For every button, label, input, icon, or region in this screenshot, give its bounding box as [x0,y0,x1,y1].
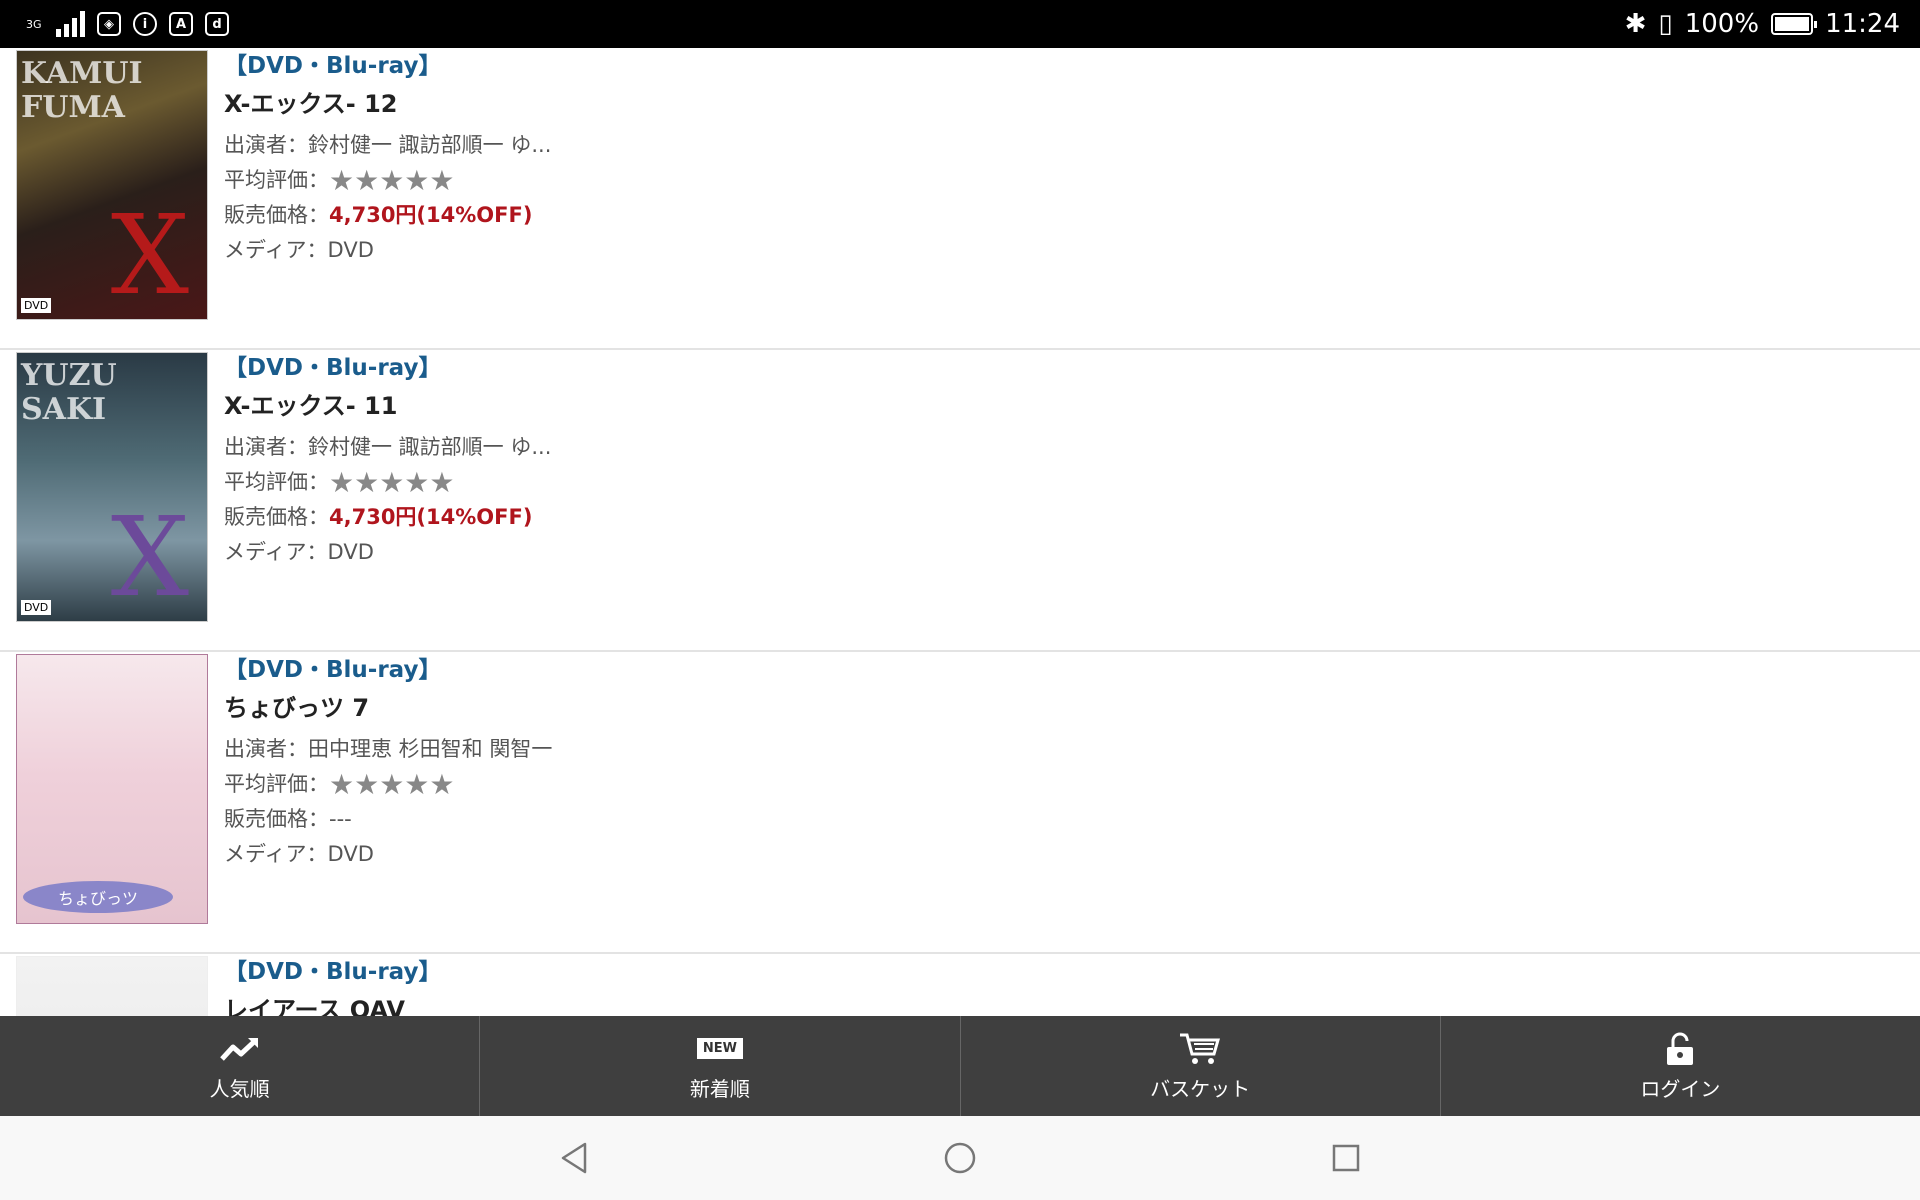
product-category: 【DVD・Blu-ray】 [224,959,442,985]
status-left: 3G ◈ i A d [26,11,229,37]
product-price: 4,730円(14%OFF) [329,505,533,529]
clock: 11:24 [1825,9,1900,39]
product-media: メディア：DVD [224,842,374,866]
dvd-logo-icon: DVD [21,600,52,615]
product-thumbnail[interactable]: YUZU SAKI X DVD [16,352,208,622]
product-price: --- [329,807,352,831]
product-cast: 出演者：鈴村健一 諏訪部順一 ゆ... [224,133,552,157]
list-item[interactable]: 【DVD・Blu-ray】 レイアース OAV [0,954,1920,1016]
product-media: メディア：DVD [224,540,374,564]
product-category: 【DVD・Blu-ray】 [224,355,442,381]
home-icon[interactable] [942,1140,978,1176]
tab-login[interactable]: ログイン [1441,1016,1920,1116]
rating-label: 平均評価： [224,470,329,494]
dvd-logo-icon: DVD [21,298,52,313]
product-info: 【DVD・Blu-ray】 レイアース OAV [224,954,441,1016]
product-info: 【DVD・Blu-ray】 ちょびっツ 7 出演者：田中理恵 杉田智和 関智一 … [224,652,552,872]
shield-icon: ◈ [97,12,121,36]
tab-popular[interactable]: 人気順 [0,1016,481,1116]
tab-label: ログイン [1640,1076,1721,1101]
cover-art-x: X [110,191,189,319]
price-label: 販売価格： [224,807,329,831]
product-list[interactable]: KAMUI FUMA X DVD 【DVD・Blu-ray】 X-エックス- 12… [0,48,1920,1016]
rating-label: 平均評価： [224,168,329,192]
product-price-row: 販売価格： 4,730円(14%OFF) [224,500,551,535]
network-type: 3G [26,17,42,31]
product-title[interactable]: ちょびっツ 7 [224,688,552,728]
product-category: 【DVD・Blu-ray】 [224,657,442,683]
product-price: 4,730円(14%OFF) [329,203,533,227]
battery-fill [1775,17,1810,31]
bluetooth-icon: ✱ [1624,9,1647,39]
battery-percent: 100% [1684,9,1760,39]
battery-icon [1771,13,1818,35]
product-rating: 平均評価： ★★★★★ [224,163,551,198]
product-rating: 平均評価： ★★★★★ [224,465,551,500]
product-thumbnail[interactable]: ちょびっツ [16,654,208,924]
list-item[interactable]: KAMUI FUMA X DVD 【DVD・Blu-ray】 X-エックス- 12… [0,48,1920,350]
product-category: 【DVD・Blu-ray】 [224,53,442,79]
bottom-tab-bar: 人気順 NEW 新着順 バスケット ログイン [0,1016,1920,1116]
product-info: 【DVD・Blu-ray】 X-エックス- 11 出演者：鈴村健一 諏訪部順一 … [224,350,551,570]
cover-art-x: X [110,493,189,621]
tab-label: バスケット [1150,1076,1251,1101]
recents-icon[interactable] [1328,1140,1364,1176]
list-item[interactable]: ちょびっツ 【DVD・Blu-ray】 ちょびっツ 7 出演者：田中理恵 杉田智… [0,652,1920,954]
unlock-icon [1665,1031,1695,1067]
cover-art-text: YUZU SAKI [21,358,117,427]
info-icon: i [133,12,157,36]
app-d-icon: d [205,12,229,36]
app-a-icon: A [169,12,193,36]
price-label: 販売価格： [224,505,329,529]
system-nav-bar [0,1116,1920,1200]
cart-icon [1179,1031,1221,1067]
product-info: 【DVD・Blu-ray】 X-エックス- 12 出演者：鈴村健一 諏訪部順一 … [224,48,551,268]
signal-icon [56,11,85,37]
product-cast: 出演者：鈴村健一 諏訪部順一 ゆ... [224,435,552,459]
product-cast: 出演者：田中理恵 杉田智和 関智一 [224,737,553,761]
product-price-row: 販売価格： --- [224,802,552,837]
star-rating-icon: ★★★★★ [329,466,455,499]
status-bar: 3G ◈ i A d ✱ ▯ 100% 11:24 [0,0,1920,48]
back-icon[interactable] [556,1140,592,1176]
product-rating: 平均評価： ★★★★★ [224,767,552,802]
trending-up-icon [219,1031,260,1067]
new-badge: NEW [696,1038,743,1059]
vibrate-icon: ▯ [1658,9,1673,39]
product-title[interactable]: X-エックス- 11 [224,386,551,426]
product-thumbnail[interactable] [16,956,208,1016]
new-badge-icon: NEW [696,1031,743,1067]
tab-label: 新着順 [689,1076,750,1101]
list-item[interactable]: YUZU SAKI X DVD 【DVD・Blu-ray】 X-エックス- 11 … [0,350,1920,652]
product-title[interactable]: レイアース OAV [224,990,441,1016]
product-thumbnail[interactable]: KAMUI FUMA X DVD [16,50,208,320]
rating-label: 平均評価： [224,772,329,796]
star-rating-icon: ★★★★★ [329,164,455,197]
tab-newest[interactable]: NEW 新着順 [480,1016,961,1116]
cover-art-text: KAMUI FUMA [21,56,143,125]
tab-label: 人気順 [209,1076,270,1101]
product-media: メディア：DVD [224,238,374,262]
tab-basket[interactable]: バスケット [961,1016,1441,1116]
status-right: ✱ ▯ 100% 11:24 [1625,9,1900,39]
star-rating-icon: ★★★★★ [329,768,455,801]
product-price-row: 販売価格： 4,730円(14%OFF) [224,198,551,233]
cover-art-logo: ちょびっツ [23,881,173,913]
product-title[interactable]: X-エックス- 12 [224,84,551,124]
price-label: 販売価格： [224,203,329,227]
